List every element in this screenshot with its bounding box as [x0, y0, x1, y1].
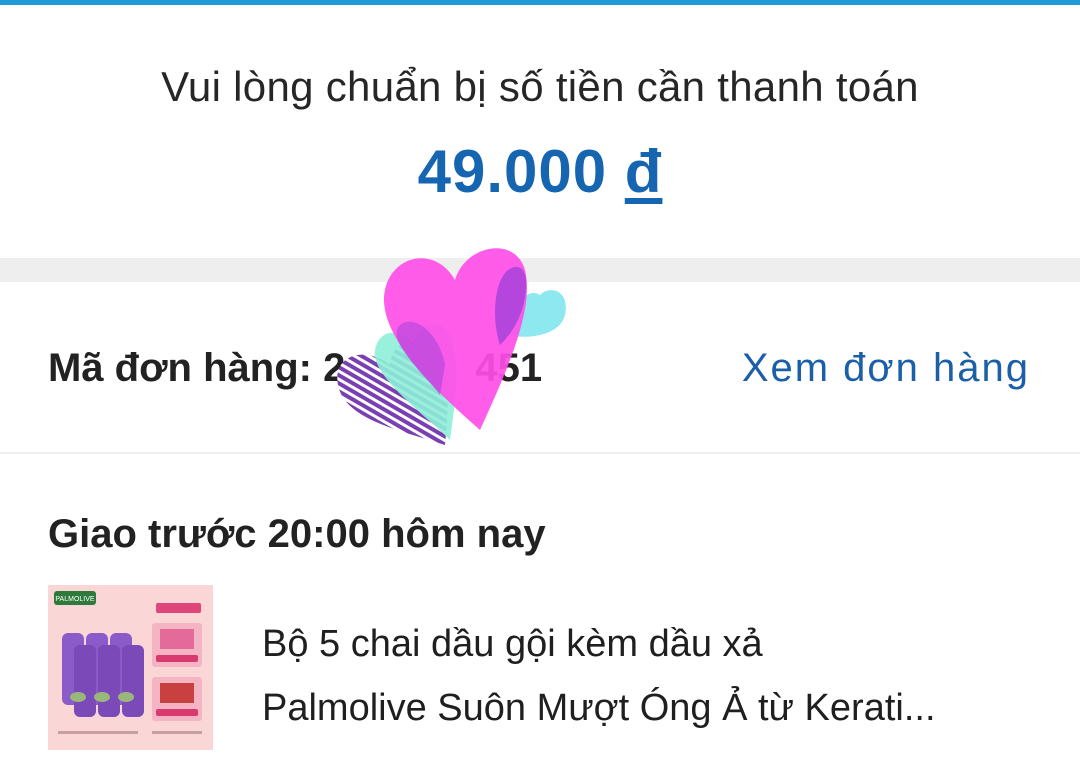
payment-prompt: Vui lòng chuẩn bị số tiền cần thanh toán	[161, 63, 919, 110]
product-name[interactable]: Bộ 5 chai dầu gội kèm dầu xả Palmolive S…	[262, 612, 1042, 740]
view-order-link[interactable]: Xem đơn hàng	[742, 346, 1030, 391]
order-code-prefix: Mã đơn hàng: 2	[48, 346, 346, 390]
product-image: PALMOLIVE	[48, 585, 213, 750]
amount-value: 49.000	[417, 138, 608, 205]
thumb-brand: PALMOLIVE	[55, 596, 94, 603]
delivery-time-heading: Giao trước 20:00 hôm nay	[48, 512, 546, 556]
payment-summary: Vui lòng chuẩn bị số tiền cần thanh toán…	[0, 5, 1080, 258]
currency-symbol: đ	[624, 138, 663, 205]
product-name-line2: Palmolive Suôn Mượt Óng Ả từ Kerati...	[262, 687, 936, 729]
row-divider	[0, 452, 1080, 454]
heart-stickers	[337, 248, 566, 445]
product-name-line1: Bộ 5 chai dầu gội kèm dầu xả	[262, 623, 763, 665]
product-thumbnail[interactable]: PALMOLIVE	[48, 585, 213, 750]
payment-amount: 49.000 đ	[0, 137, 1080, 206]
